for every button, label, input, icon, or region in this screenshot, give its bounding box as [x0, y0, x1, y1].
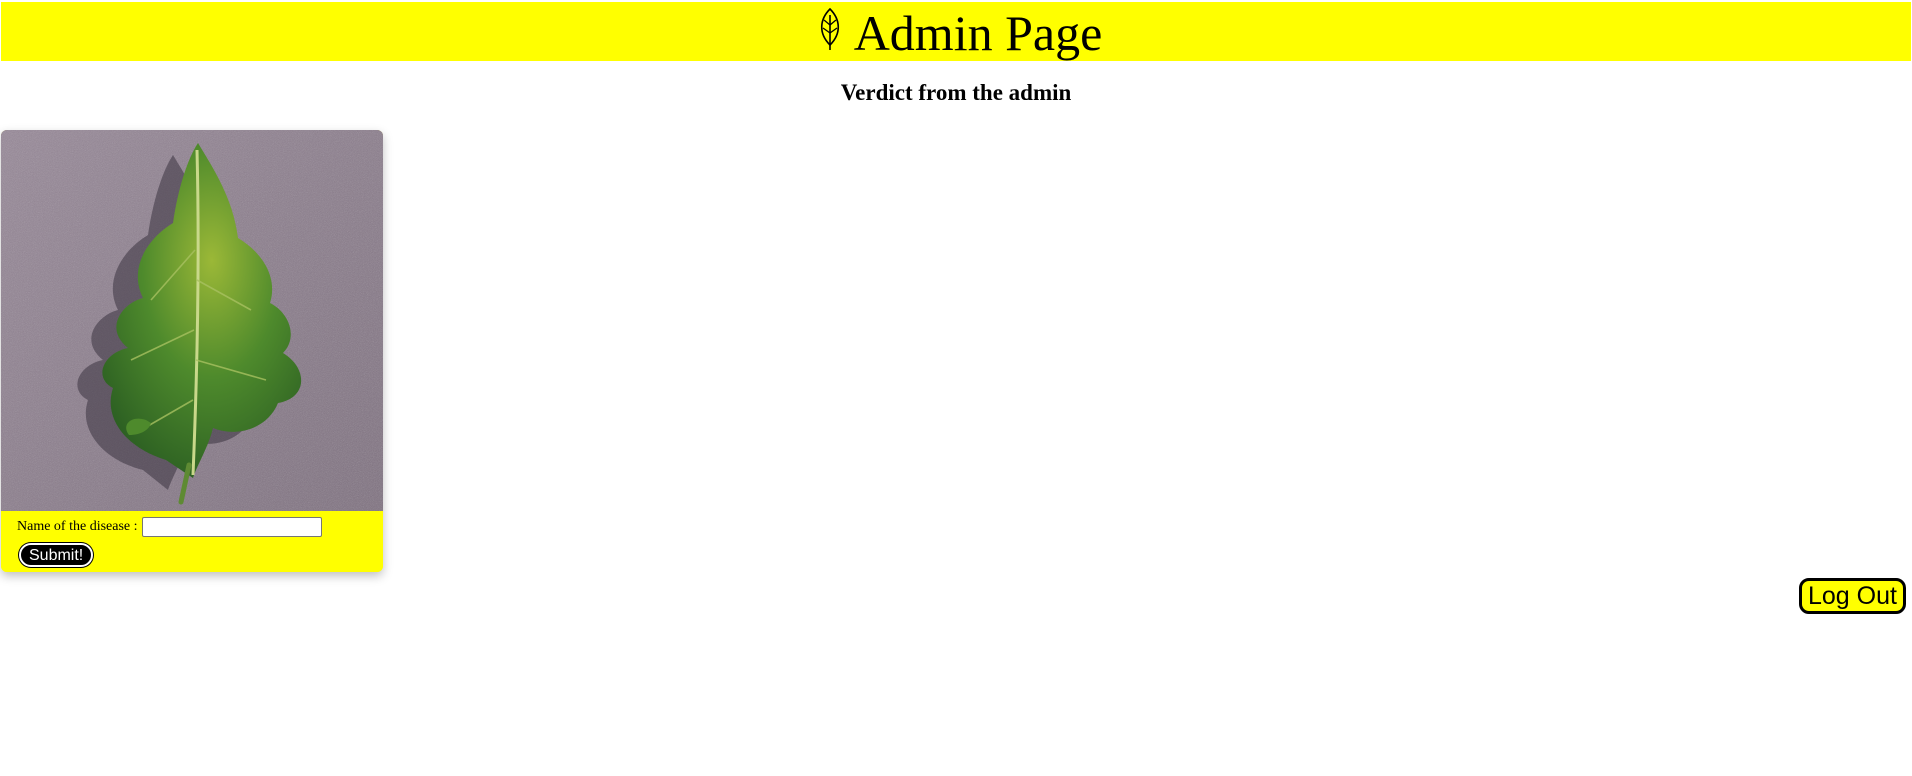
submission-card: Name of the disease : Submit! [1, 130, 383, 572]
title-group: Admin Page [816, 4, 1103, 61]
page-header: Admin Page [1, 2, 1911, 61]
disease-field-label: Name of the disease : [17, 519, 138, 534]
disease-field-row: Name of the disease : [17, 517, 322, 537]
leaf-icon [816, 7, 844, 51]
leaf-photo [1, 130, 383, 511]
submit-button[interactable]: Submit! [19, 543, 94, 567]
page-title: Admin Page [853, 4, 1103, 61]
logout-button[interactable]: Log Out [1799, 578, 1906, 614]
section-heading: Verdict from the admin [840, 80, 1072, 105]
disease-name-input[interactable] [141, 517, 322, 537]
card-form: Name of the disease : Submit! [1, 511, 383, 572]
